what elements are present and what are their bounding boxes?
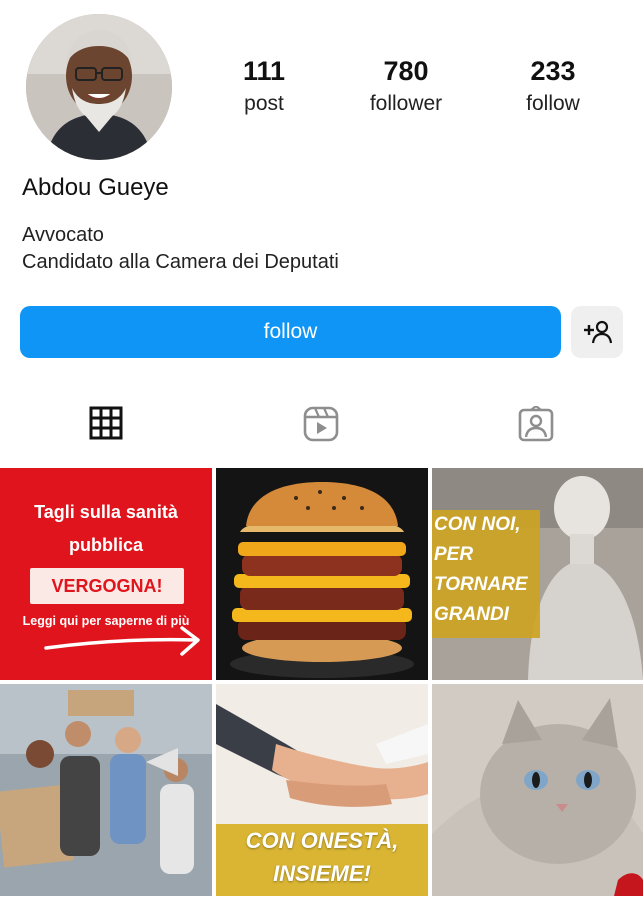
avatar-portrait: [26, 14, 172, 160]
stat-followers-value: 780: [383, 56, 429, 86]
profile-bio: Avvocato Candidato alla Camera dei Deput…: [22, 222, 339, 276]
stat-posts-value: 111: [242, 56, 286, 86]
burger-photo: [216, 468, 428, 680]
profile-name: Abdou Gueye: [22, 174, 169, 201]
stat-posts[interactable]: 111 post: [204, 56, 324, 118]
tagged-icon: [518, 406, 554, 442]
profile-avatar[interactable]: [26, 14, 172, 160]
arrow-icon: [44, 626, 200, 656]
grid-icon: [89, 406, 123, 440]
follow-button[interactable]: follow: [20, 306, 561, 358]
stat-following-value: 233: [530, 56, 576, 86]
reels-icon: [303, 406, 339, 442]
post-overlay-panel: CON NOI, PER TORNARE GRANDI: [432, 510, 540, 638]
add-person-icon: [584, 320, 612, 344]
tab-tagged[interactable]: [506, 406, 566, 462]
stat-following[interactable]: 233 follow: [493, 56, 613, 118]
posts-grid: Tagli sulla sanità pubblica VERGOGNA! Le…: [0, 468, 643, 900]
post-overlay-line: CON NOI,: [434, 514, 521, 535]
bio-line: Avvocato: [22, 224, 104, 246]
tab-reels[interactable]: [291, 406, 351, 462]
profile-tabs: [0, 406, 643, 462]
protest-photo: [0, 684, 212, 896]
stat-followers[interactable]: 780 follower: [346, 56, 466, 118]
bio-line: Candidato alla Camera dei Deputati: [22, 251, 339, 273]
post-caption-line: INSIEME!: [273, 861, 371, 886]
suggest-accounts-button[interactable]: [571, 306, 623, 358]
post-thumbnail[interactable]: CON NOI, PER TORNARE GRANDI: [432, 468, 643, 680]
stat-posts-label: post: [244, 92, 284, 115]
post-caption-band: CON ONESTÀ, INSIEME!: [216, 824, 428, 896]
post-thumbnail[interactable]: Tagli sulla sanità pubblica VERGOGNA! Le…: [0, 468, 212, 680]
tab-posts-grid[interactable]: [76, 406, 136, 462]
post-thumbnail[interactable]: [216, 468, 428, 680]
post-thumbnail[interactable]: [0, 684, 212, 896]
post-thumbnail[interactable]: [432, 684, 643, 896]
post-overlay-line: GRANDI: [434, 604, 509, 625]
profile-stats: 111 post 780 follower 233 follow: [190, 56, 630, 126]
profile-header: 111 post 780 follower 233 follow Abdou G…: [0, 0, 643, 300]
stat-following-label: follow: [526, 92, 580, 115]
post-overlay-line: PER: [434, 544, 474, 565]
cat-photo: [432, 684, 643, 896]
post-caption-line: CON ONESTÀ,: [245, 828, 399, 853]
post-thumbnail[interactable]: CON ONESTÀ, INSIEME!: [216, 684, 428, 896]
stat-followers-label: follower: [369, 92, 443, 115]
post-overlay-line: TORNARE: [434, 574, 528, 595]
